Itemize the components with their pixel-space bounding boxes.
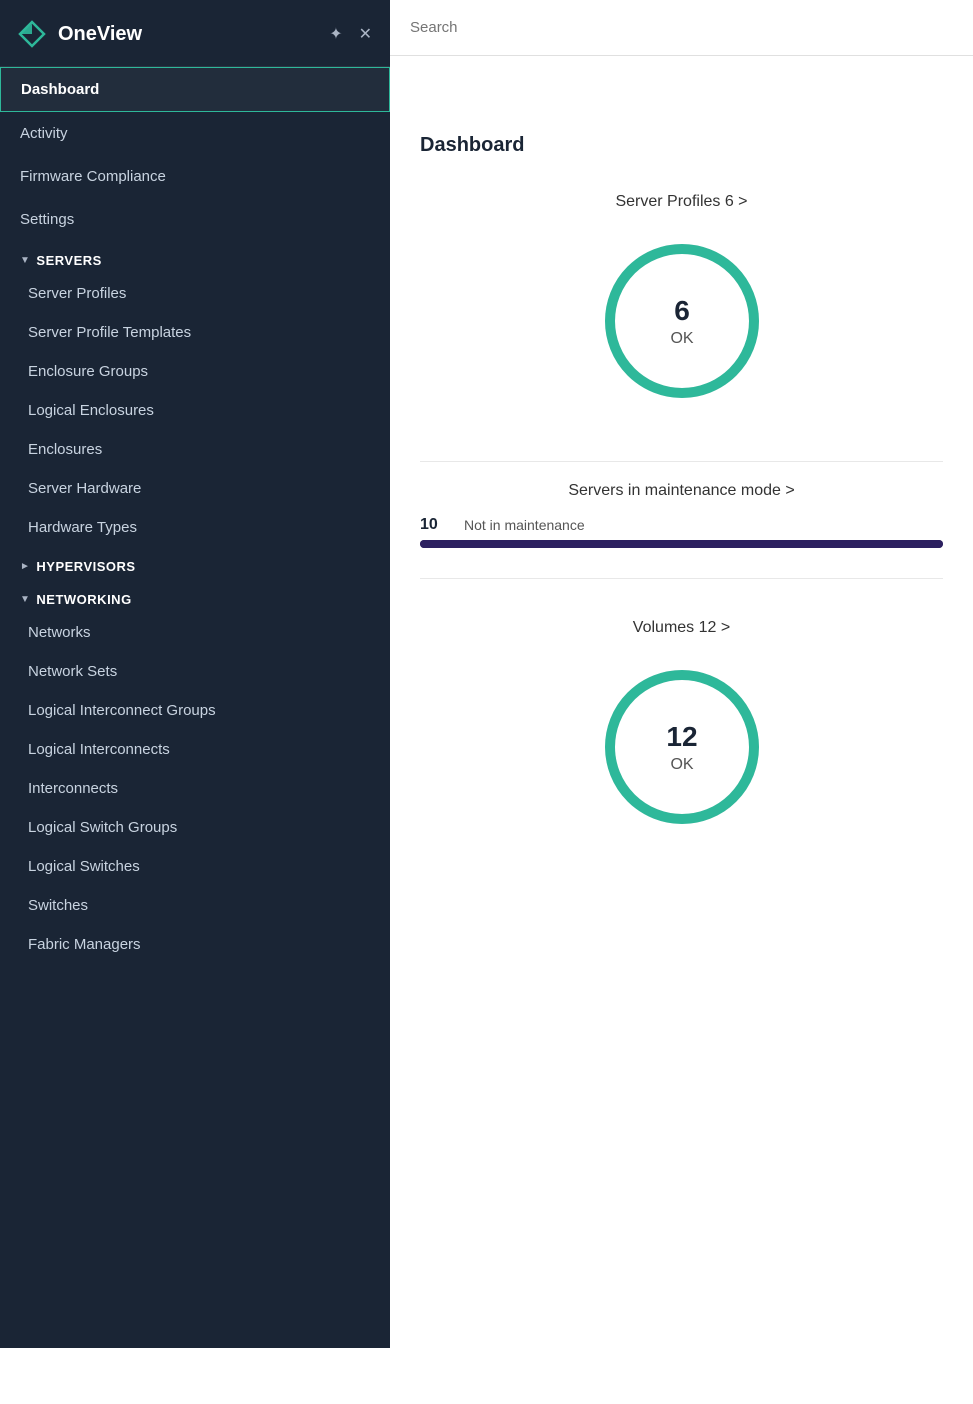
pin-button[interactable]: ✦ — [327, 22, 344, 46]
sidebar-item-logical-switches[interactable]: Logical Switches — [0, 847, 390, 886]
nav-list: Dashboard Activity Firmware Compliance S… — [0, 67, 390, 1348]
search-bar — [390, 0, 973, 56]
sidebar-item-server-profile-templates[interactable]: Server Profile Templates — [0, 313, 390, 352]
sidebar: OneView ✦ ✕ Dashboard Activity Firmware … — [0, 0, 390, 1348]
page-header: Dashboard — [390, 112, 973, 173]
sidebar-item-label: Logical Switches — [28, 858, 140, 875]
sidebar-item-label: Logical Switch Groups — [28, 819, 177, 836]
networking-arrow-icon: ▼ — [20, 594, 30, 605]
sidebar-section-networking[interactable]: ▼ NETWORKING — [0, 580, 390, 613]
sidebar-item-firmware-compliance[interactable]: Firmware Compliance — [0, 155, 390, 198]
page-title: Dashboard — [420, 134, 943, 157]
sidebar-item-label: Networks — [28, 624, 91, 641]
sidebar-item-network-sets[interactable]: Network Sets — [0, 652, 390, 691]
sidebar-item-label: Logical Enclosures — [28, 402, 154, 419]
sidebar-item-label: Activity — [20, 125, 68, 142]
server-profiles-status: OK — [670, 330, 693, 347]
sidebar-item-label: Firmware Compliance — [20, 168, 166, 185]
sidebar-item-hardware-types[interactable]: Hardware Types — [0, 508, 390, 547]
sidebar-item-settings[interactable]: Settings — [0, 198, 390, 241]
maintenance-label[interactable]: Servers in maintenance mode > — [420, 482, 943, 500]
app-title: OneView — [58, 23, 317, 46]
search-input[interactable] — [410, 19, 953, 36]
volumes-status: OK — [670, 756, 693, 773]
svg-text:6: 6 — [674, 295, 690, 326]
sidebar-item-dashboard[interactable]: Dashboard — [0, 67, 390, 112]
sidebar-item-label: Settings — [20, 211, 74, 228]
sidebar-item-label: Fabric Managers — [28, 936, 141, 953]
sidebar-item-label: Logical Interconnect Groups — [28, 702, 216, 719]
sidebar-item-server-hardware[interactable]: Server Hardware — [0, 469, 390, 508]
sidebar-item-label: Hardware Types — [28, 519, 137, 536]
sidebar-item-label: Enclosures — [28, 441, 102, 458]
sidebar-section-servers[interactable]: ▼ SERVERS — [0, 241, 390, 274]
volumes-label[interactable]: Volumes 12 > — [420, 619, 943, 637]
sidebar-item-activity[interactable]: Activity — [0, 112, 390, 155]
oneview-logo-icon — [16, 18, 48, 50]
maintenance-bar-track — [420, 540, 943, 548]
sidebar-item-logical-enclosures[interactable]: Logical Enclosures — [0, 391, 390, 430]
maintenance-bar-fill — [420, 540, 943, 548]
sidebar-item-label: Logical Interconnects — [28, 741, 170, 758]
volumes-donut: 12 OK — [592, 657, 772, 837]
sidebar-item-label: Interconnects — [28, 780, 118, 797]
server-profiles-donut: 6 OK — [592, 231, 772, 411]
volumes-donut-svg: 12 OK — [592, 657, 772, 837]
divider-2 — [420, 578, 943, 579]
volumes-count: 12 — [666, 721, 697, 752]
maintenance-section: Servers in maintenance mode > 10 Not in … — [390, 462, 973, 578]
sidebar-item-label: Switches — [28, 897, 88, 914]
sidebar-item-label: Server Hardware — [28, 480, 141, 497]
sidebar-item-logical-interconnect-groups[interactable]: Logical Interconnect Groups — [0, 691, 390, 730]
sidebar-item-label: Dashboard — [21, 81, 99, 98]
sidebar-item-logical-interconnects[interactable]: Logical Interconnects — [0, 730, 390, 769]
main-content: Dashboard Server Profiles 6 > 6 OK Serve… — [390, 112, 973, 1404]
volumes-section: Volumes 12 > 12 OK — [390, 599, 973, 887]
pin-icon: ✦ — [329, 26, 342, 43]
sidebar-item-interconnects[interactable]: Interconnects — [0, 769, 390, 808]
svg-text:OK: OK — [670, 756, 693, 773]
sidebar-item-enclosures[interactable]: Enclosures — [0, 430, 390, 469]
sidebar-item-fabric-managers[interactable]: Fabric Managers — [0, 925, 390, 964]
sidebar-item-enclosure-groups[interactable]: Enclosure Groups — [0, 352, 390, 391]
hypervisors-section-label: HYPERVISORS — [36, 559, 135, 574]
servers-arrow-icon: ▼ — [20, 255, 30, 266]
svg-text:12: 12 — [666, 721, 697, 752]
close-icon: ✕ — [359, 26, 372, 43]
sidebar-item-server-profiles[interactable]: Server Profiles — [0, 274, 390, 313]
server-profiles-section: Server Profiles 6 > 6 OK — [390, 173, 973, 461]
sidebar-item-logical-switch-groups[interactable]: Logical Switch Groups — [0, 808, 390, 847]
servers-section-label: SERVERS — [36, 253, 101, 268]
sidebar-item-networks[interactable]: Networks — [0, 613, 390, 652]
sidebar-section-hypervisors[interactable]: ► HYPERVISORS — [0, 547, 390, 580]
sidebar-item-label: Network Sets — [28, 663, 117, 680]
maintenance-count: 10 — [420, 516, 448, 534]
hypervisors-arrow-icon: ► — [20, 561, 30, 572]
networking-section-label: NETWORKING — [36, 592, 131, 607]
server-profiles-label[interactable]: Server Profiles 6 > — [420, 193, 943, 211]
header-actions: ✦ ✕ — [327, 22, 374, 46]
svg-text:OK: OK — [670, 330, 693, 347]
sidebar-header: OneView ✦ ✕ — [0, 0, 390, 67]
sidebar-item-switches[interactable]: Switches — [0, 886, 390, 925]
server-profiles-donut-svg: 6 OK — [592, 231, 772, 411]
maintenance-desc: Not in maintenance — [464, 517, 585, 533]
sidebar-item-label: Server Profiles — [28, 285, 126, 302]
server-profiles-count: 6 — [674, 295, 690, 326]
maintenance-bar-row: 10 Not in maintenance — [420, 516, 943, 534]
sidebar-item-label: Server Profile Templates — [28, 324, 191, 341]
close-button[interactable]: ✕ — [357, 22, 374, 46]
sidebar-item-label: Enclosure Groups — [28, 363, 148, 380]
